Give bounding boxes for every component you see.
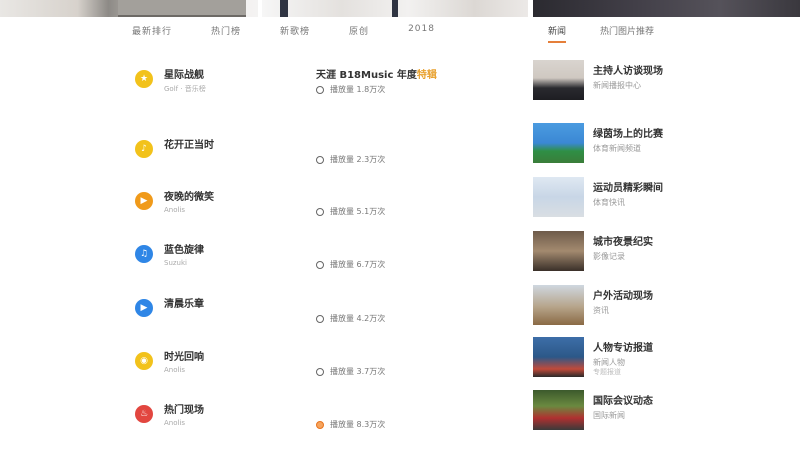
item-title[interactable]: 夜晚的微笑	[164, 188, 214, 203]
news-title[interactable]: 绿茵场上的比赛	[593, 125, 663, 140]
item-title[interactable]: 星际战舰	[164, 66, 204, 81]
banner-figure	[280, 0, 288, 17]
item-meta: 播放量 8.3万次	[316, 419, 385, 430]
banner-image-right[interactable]	[533, 0, 800, 17]
music-portal-page: 最新排行 热门榜 新歌榜 原创 2018 新闻 热门图片推荐 ★ 星际战舰 Golf…	[0, 0, 800, 450]
item-meta: 播放量 1.8万次	[316, 84, 385, 95]
news-title[interactable]: 城市夜景纪实	[593, 233, 653, 248]
news-source: 国际新闻	[593, 411, 625, 420]
tab-category[interactable]: 新歌榜	[280, 24, 310, 37]
news-thumbnail[interactable]	[533, 123, 584, 163]
headline-highlight: 特辑	[416, 70, 437, 81]
item-title[interactable]: 清晨乐章	[164, 295, 204, 310]
tab-category[interactable]: 热门榜	[211, 24, 241, 37]
item-meta-text: 播放量 8.3万次	[330, 420, 386, 429]
news-item[interactable]: 户外活动现场 资讯	[533, 285, 800, 327]
news-extra: 专题报道	[593, 368, 621, 376]
item-meta-text: 播放量 5.1万次	[330, 207, 386, 216]
list-item[interactable]: ♨ 热门现场 Anolis 播放量 8.3万次	[132, 395, 512, 435]
news-thumbnail[interactable]	[533, 60, 584, 100]
status-circle-icon	[316, 155, 324, 164]
news-item[interactable]: 城市夜景纪实影像记录	[533, 231, 800, 273]
status-circle-icon	[316, 314, 324, 323]
list-item[interactable]: ◉ 时光回响 Anolis 播放量 3.7万次	[132, 342, 512, 382]
banner-image-left[interactable]	[0, 0, 258, 17]
list-item[interactable]: ▶ 清晨乐章播放量 4.2万次	[132, 289, 512, 329]
tab-category[interactable]: 原创	[349, 24, 369, 37]
news-thumbnail[interactable]	[533, 285, 584, 325]
list-item[interactable]: ▶ 夜晚的微笑 Anolis 播放量 5.1万次	[132, 182, 512, 222]
tab-category[interactable]: 2018	[408, 24, 435, 37]
status-circle-icon	[316, 260, 324, 269]
news-source: 体育新闻频道	[593, 144, 641, 153]
news-thumbnail[interactable]	[533, 337, 584, 377]
headphone-icon: ◉	[135, 352, 153, 370]
news-thumbnail[interactable]	[533, 390, 584, 430]
status-circle-icon	[316, 420, 324, 429]
item-title[interactable]: 热门现场	[164, 401, 204, 416]
fire-icon: ♨	[135, 405, 153, 423]
news-source: 新闻播报中心	[593, 81, 641, 90]
news-item[interactable]: 运动员精彩瞬间体育快讯	[533, 177, 800, 219]
play-icon: ▶	[135, 192, 153, 210]
item-meta: 播放量 6.7万次	[316, 259, 385, 270]
item-subtitle: Golf · 音乐榜	[164, 85, 206, 93]
news-source: 影像记录	[593, 252, 625, 261]
news-item[interactable]: 绿茵场上的比赛体育新闻频道	[533, 123, 800, 165]
news-title[interactable]: 主持人访谈现场	[593, 62, 663, 77]
status-circle-icon	[316, 207, 324, 216]
item-meta: 播放量 4.2万次	[316, 313, 385, 324]
news-tabs: 新闻 热门图片推荐	[548, 24, 688, 43]
list-item[interactable]: ♪ 花开正当时播放量 2.3万次	[132, 130, 512, 170]
item-meta-text: 播放量 2.3万次	[330, 155, 386, 164]
item-title[interactable]: 蓝色旋律	[164, 241, 204, 256]
item-subtitle: Suzuki	[164, 259, 187, 267]
news-title[interactable]: 户外活动现场	[593, 287, 653, 302]
item-meta-text: 播放量 1.8万次	[330, 85, 386, 94]
item-headline[interactable]: 天涯 B18Music 年度特辑	[316, 66, 437, 81]
news-item[interactable]: 人物专访报道 新闻人物 专题报道	[533, 337, 800, 379]
music-icon: ♪	[135, 140, 153, 158]
item-meta-text: 播放量 4.2万次	[330, 314, 386, 323]
item-meta: 播放量 3.7万次	[316, 366, 385, 377]
news-thumbnail[interactable]	[533, 231, 584, 271]
list-item[interactable]: ♫ 蓝色旋律 Suzuki 播放量 6.7万次	[132, 235, 512, 275]
news-title[interactable]: 运动员精彩瞬间	[593, 179, 663, 194]
item-meta: 播放量 5.1万次	[316, 206, 385, 217]
news-item[interactable]: 国际会议动态国际新闻	[533, 390, 800, 432]
news-title[interactable]: 国际会议动态	[593, 392, 653, 407]
news-thumbnail[interactable]	[533, 177, 584, 217]
star-icon: ★	[135, 70, 153, 88]
item-subtitle: Anolis	[164, 419, 186, 427]
news-item[interactable]: 主持人访谈现场新闻播报中心	[533, 60, 800, 102]
video-icon: ▶	[135, 299, 153, 317]
item-meta-text: 播放量 3.7万次	[330, 367, 386, 376]
headline-text: 天涯 B18Music 年度	[316, 70, 417, 81]
list-item[interactable]: ★ 星际战舰 Golf · 音乐榜 天涯 B18Music 年度特辑播放量 1.8万次	[132, 60, 512, 100]
banner-figure	[118, 0, 246, 17]
item-meta: 播放量 2.3万次	[316, 154, 385, 165]
tab-hot-images[interactable]: 热门图片推荐	[600, 24, 654, 43]
news-source: 资讯	[593, 306, 609, 315]
banner-image-middle[interactable]	[262, 0, 528, 17]
item-title[interactable]: 花开正当时	[164, 136, 214, 151]
banner-figure	[392, 0, 398, 17]
note-icon: ♫	[135, 245, 153, 263]
status-circle-icon	[316, 367, 324, 376]
news-title[interactable]: 人物专访报道	[593, 339, 653, 354]
status-circle-icon	[316, 85, 324, 94]
item-meta-text: 播放量 6.7万次	[330, 260, 386, 269]
news-source: 体育快讯	[593, 198, 625, 207]
item-subtitle: Anolis	[164, 206, 186, 214]
category-tabs: 最新排行 热门榜 新歌榜 原创 2018	[132, 24, 474, 37]
item-subtitle: Anolis	[164, 366, 186, 374]
tab-category[interactable]: 最新排行	[132, 24, 172, 37]
item-title[interactable]: 时光回响	[164, 348, 204, 363]
tab-news[interactable]: 新闻	[548, 24, 567, 43]
